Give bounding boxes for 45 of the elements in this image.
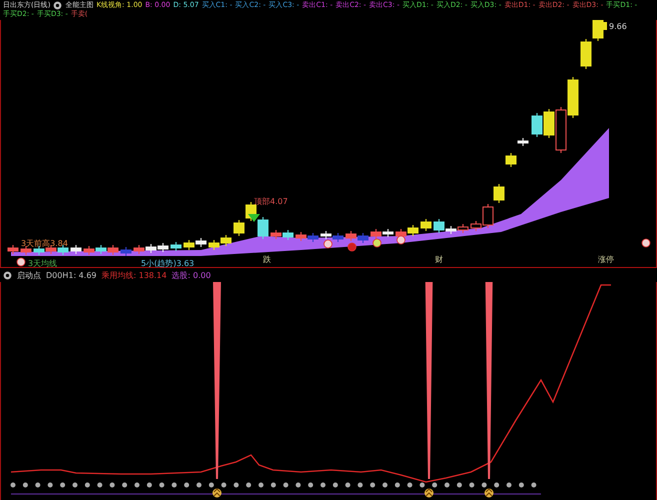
chart-label: 3天前高3.84 [21,238,68,249]
chart-label: 顶部4.07 [254,196,288,207]
indicator-reading: 选股: 0.00 [172,270,211,281]
gear-icon[interactable] [3,270,12,280]
candlestick [170,241,182,252]
gear-icon[interactable] [53,0,62,10]
candlestick [120,246,132,256]
chart-label: 涨停 [598,254,614,265]
candlestick [208,239,220,250]
panel-title: 启动点 [17,270,41,281]
chart-label: 3天均线 [28,258,58,269]
candlestick [184,239,194,250]
candlestick [494,183,504,204]
candlestick [506,152,516,168]
signal-marker-icon [348,242,356,252]
signal-marker-icon [642,238,650,248]
signal-marker-icon [16,258,26,266]
chart-label: 跌 [263,254,271,265]
signal-marker-icon [372,238,382,248]
chart-label: 财 [435,254,443,265]
signal-marker-icon [324,240,332,248]
candlestick [346,230,356,242]
candlestick [258,216,268,240]
candlestick [358,232,368,244]
candlestick [234,219,244,236]
signal-marker-icon [396,236,406,244]
candlestick [408,224,418,236]
candlestick [320,230,332,240]
arrow-down-icon [248,214,260,222]
chart-label: 5小(趋势)3.63 [141,258,194,269]
candlestick [370,228,382,240]
chart-label: 9.66 [609,22,627,31]
candlestick [196,237,206,248]
chevron-up-icon [484,488,494,498]
candlestick [220,234,232,246]
candlestick [420,218,432,232]
chevron-up-icon [424,488,434,498]
candlestick [532,112,542,138]
indicator-reading: 乘用均线: 138.14 [102,270,167,281]
candlestick [382,228,394,238]
indicator-reading: D00H1: 4.69 [46,270,96,280]
chevron-up-icon [212,488,222,498]
candlestick [332,232,344,242]
candlestick [396,228,406,240]
candlestick [568,76,578,118]
